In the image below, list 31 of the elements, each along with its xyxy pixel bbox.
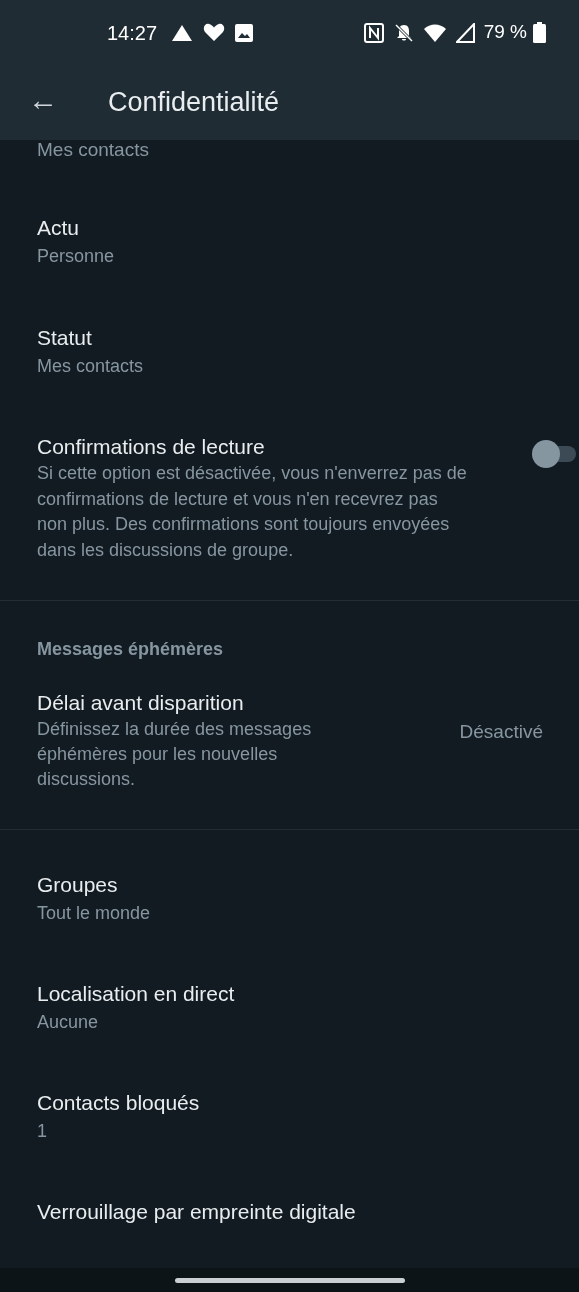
signal-icon [455,22,476,43]
setting-description: Si cette option est désactivée, vous n'enverrez pas de confirmations de lecture et vous n'en recevrez pas non plus. Des confirmations sont toujours envoyées dans les discussions de groupe. [37,462,468,562]
setting-title: Délai avant disparition [37,690,245,716]
setting-title: Verrouillage par empreinte digitale [37,1199,357,1225]
bell-off-icon [393,22,414,43]
setting-value: Désactivé [459,720,543,744]
back-button[interactable]: ← [28,84,58,115]
setting-title: Confirmations de lecture [37,434,266,460]
setting-title: Contacts bloqués [37,1090,201,1116]
setting-title: Statut [37,325,93,351]
setting-value: Mes contacts [37,355,145,378]
nfc-icon [363,22,384,43]
section-header: Messages éphémères [36,638,225,661]
heart-icon [203,23,226,42]
wifi-icon [423,23,446,42]
setting-description: Définissez la durée des messages éphémères pour les nouvelles discussions. [37,718,313,791]
home-handle[interactable] [174,1277,405,1283]
setting-value: Mes contacts [37,140,150,160]
setting-title: Groupes [37,872,119,898]
battery-icon [533,22,546,43]
battery-percent: 79 % [483,20,527,45]
setting-value: 1 [37,1120,48,1143]
setting-value: Personne [37,245,116,268]
setting-value: Tout le monde [37,902,152,925]
setting-title: Actu [37,215,81,241]
image-icon [235,23,254,42]
screen-title: Confidentialité [108,86,280,120]
triangle-icon [171,23,194,42]
setting-title: Localisation en direct [37,981,236,1007]
status-time: 14:27 [107,20,158,46]
setting-value: Aucune [37,1011,100,1034]
